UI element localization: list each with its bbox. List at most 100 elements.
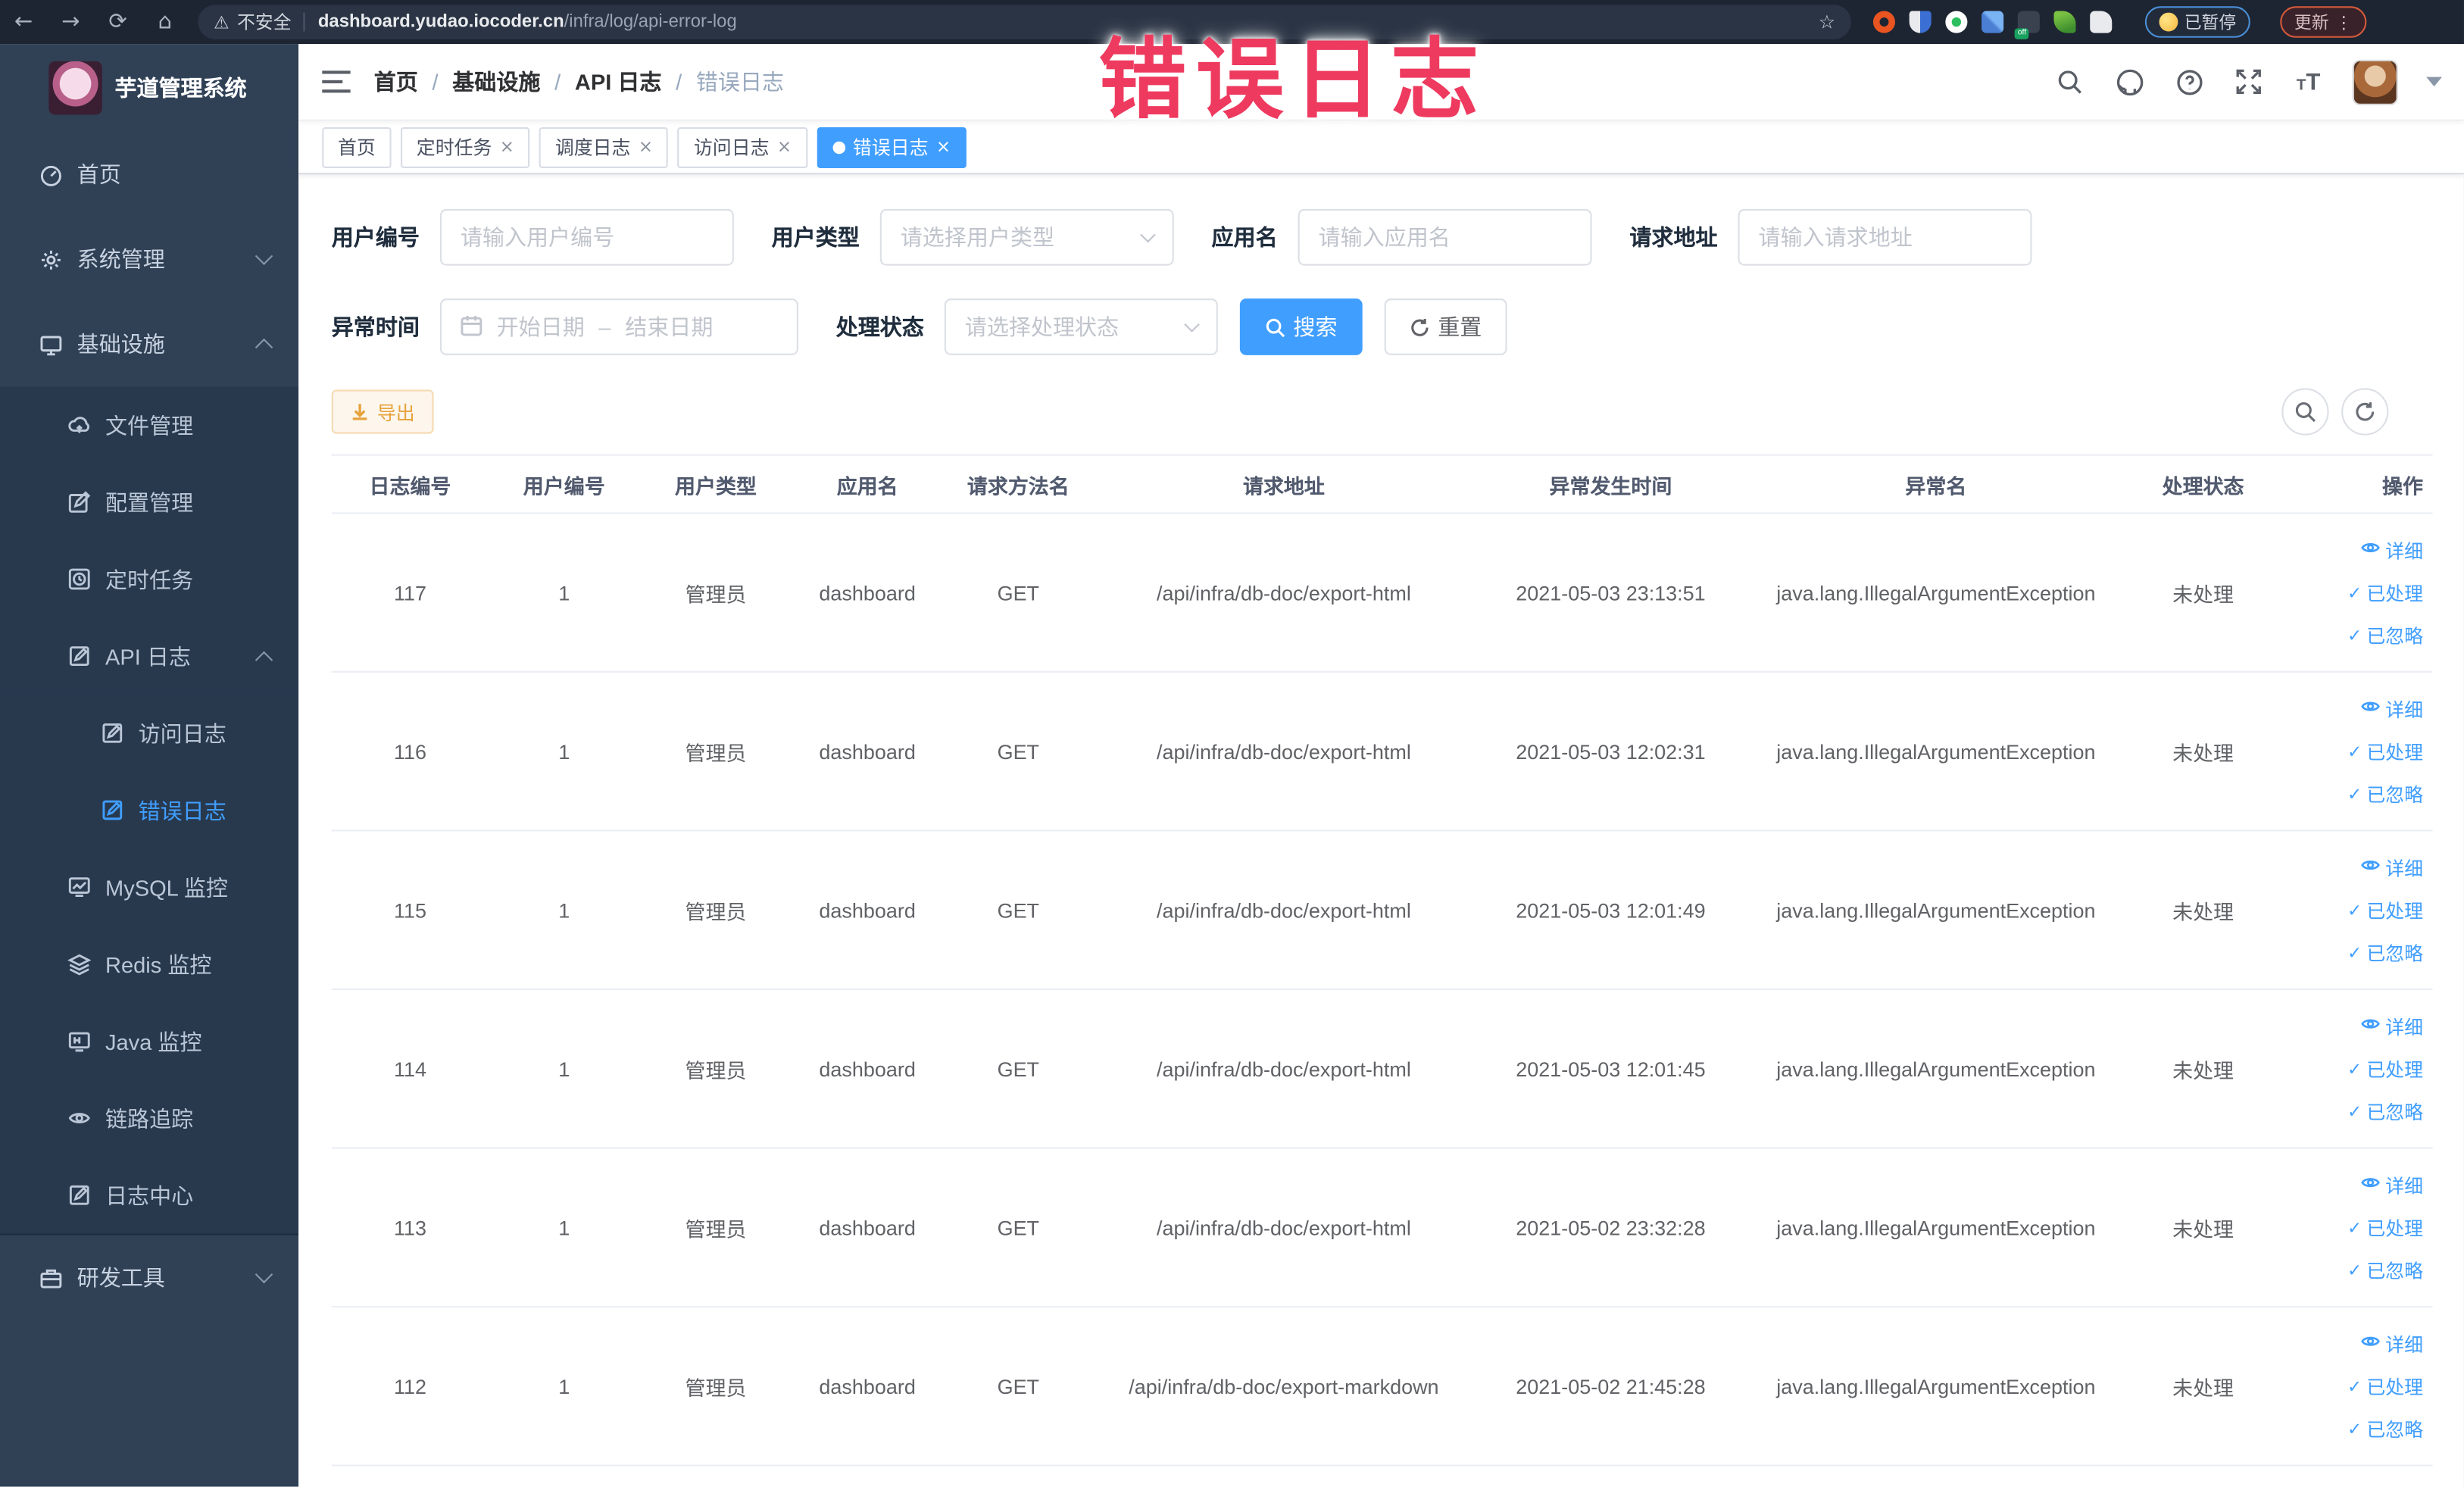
action-detail-link[interactable]: 详细: [2360, 1172, 2423, 1198]
extension-switch-icon[interactable]: off: [2014, 11, 2040, 39]
action-ignored-link[interactable]: ✓ 已忽略: [2347, 1098, 2423, 1124]
sidebar-item-文件管理[interactable]: 文件管理: [0, 386, 299, 464]
tab-定时任务[interactable]: 定时任务 ×: [401, 127, 530, 167]
extension-shield-icon[interactable]: [1909, 11, 1932, 33]
extension-leaf-icon[interactable]: [2053, 11, 2076, 33]
action-label: 已处理: [2366, 741, 2424, 764]
profile-emoji-icon: [2159, 12, 2178, 32]
extensions-puzzle-icon[interactable]: [2090, 11, 2113, 33]
browser-menu-dots-icon[interactable]: ⋮: [2335, 12, 2353, 33]
action-detail-link[interactable]: 详细: [2360, 1013, 2423, 1039]
sidebar-item-错误日志[interactable]: 错误日志: [0, 771, 299, 849]
cloud-icon: [66, 413, 91, 438]
close-icon[interactable]: ×: [936, 136, 951, 157]
action-detail-link[interactable]: 详细: [2360, 854, 2423, 881]
bookmark-star-icon[interactable]: ☆: [1819, 11, 1835, 33]
page-root: ← → ⟳ ⌂ ⚠ 不安全 dashboard.yudao.iocoder.cn…: [0, 0, 2464, 1487]
help-icon[interactable]: [2173, 66, 2204, 97]
cell-actions: 详细 ✓ 已处理 ✓ 已忽略: [2281, 854, 2432, 966]
fullscreen-icon[interactable]: [2233, 66, 2264, 97]
sidebar-logo[interactable]: 芋道管理系统: [0, 44, 298, 132]
sidebar-item-首页[interactable]: 首页: [0, 132, 298, 217]
action-processed-link[interactable]: ✓ 已处理: [2347, 1214, 2423, 1241]
action-processed-link[interactable]: ✓ 已处理: [2347, 1373, 2423, 1399]
reset-button[interactable]: 重置: [1384, 298, 1507, 355]
process-status-select[interactable]: 请选择处理状态: [944, 298, 1218, 355]
tab-错误日志[interactable]: 错误日志 ×: [817, 127, 967, 167]
action-label: 已忽略: [2366, 1101, 2424, 1123]
sidebar-item-系统管理[interactable]: 系统管理: [0, 217, 298, 301]
sidebar-item-日志中心[interactable]: 日志中心: [0, 1156, 299, 1234]
action-ignored-link[interactable]: ✓ 已忽略: [2347, 1257, 2423, 1283]
app-name-input[interactable]: 请输入应用名: [1298, 208, 1592, 266]
sidebar-item-java-监控[interactable]: Java 监控: [0, 1002, 299, 1080]
extension-ubuntu-icon[interactable]: [1872, 11, 1895, 33]
action-processed-link[interactable]: ✓ 已处理: [2347, 1055, 2423, 1082]
sidebar-item-研发工具[interactable]: 研发工具: [0, 1236, 298, 1320]
cell-method: GET: [997, 1215, 1040, 1239]
sidebar-item-基础设施[interactable]: 基础设施: [0, 301, 298, 386]
tab-调度日志[interactable]: 调度日志 ×: [539, 127, 669, 167]
breadcrumb-item-0[interactable]: 首页: [374, 66, 418, 97]
user-type-select[interactable]: 请选择用户类型: [879, 208, 1174, 266]
action-ignored-link[interactable]: ✓ 已忽略: [2347, 939, 2423, 966]
browser-forward-icon[interactable]: →: [47, 9, 94, 34]
close-icon[interactable]: ×: [777, 136, 792, 157]
action-detail-link[interactable]: 详细: [2360, 695, 2423, 722]
sidebar-item-定时任务[interactable]: 定时任务: [0, 540, 299, 618]
breadcrumb-item-1[interactable]: 基础设施: [452, 66, 540, 97]
sidebar-item-redis-监控[interactable]: Redis 监控: [0, 925, 299, 1003]
app-title: 芋道管理系统: [114, 75, 247, 101]
browser-home-icon[interactable]: ⌂: [142, 9, 189, 34]
url-host: dashboard.yudao.iocoder.cn: [317, 12, 564, 32]
sidebar: 芋道管理系统 首页 系统管理 基础设施 文件管理 配置管理 定时任务 API 日志 访问日志错…: [0, 44, 299, 1487]
refresh-icon[interactable]: [2341, 388, 2389, 436]
sidebar-item-配置管理[interactable]: 配置管理: [0, 464, 299, 541]
close-icon[interactable]: ×: [639, 136, 653, 157]
date-range-input[interactable]: 开始日期 – 结束日期: [439, 298, 798, 355]
cell-user_id: 1: [558, 898, 570, 922]
sidebar-item-mysql-监控[interactable]: MySQL 监控: [0, 848, 299, 926]
avatar[interactable]: [2352, 58, 2398, 105]
show-search-icon[interactable]: [2281, 388, 2329, 436]
breadcrumb-separator: /: [554, 69, 561, 95]
column-header-7: 异常名: [1905, 473, 1967, 498]
tab-首页[interactable]: 首页: [322, 127, 392, 167]
profile-paused-pill[interactable]: 已暂停: [2144, 6, 2250, 38]
cell-exception: java.lang.IllegalArgumentException: [1776, 1057, 2096, 1081]
action-detail-link[interactable]: 详细: [2360, 1330, 2423, 1357]
browser-reload-icon[interactable]: ⟳: [94, 9, 141, 34]
action-ignored-link[interactable]: ✓ 已忽略: [2347, 1415, 2423, 1442]
request-url-input[interactable]: 请输入请求地址: [1738, 208, 2032, 266]
tab-访问日志[interactable]: 访问日志 ×: [678, 127, 807, 167]
sidebar-item-api-日志[interactable]: API 日志: [0, 617, 299, 695]
close-icon[interactable]: ×: [500, 136, 514, 157]
action-ignored-link[interactable]: ✓ 已忽略: [2347, 780, 2423, 807]
action-processed-link[interactable]: ✓ 已处理: [2347, 579, 2423, 605]
browser-back-icon[interactable]: ←: [0, 9, 47, 34]
extension-grid-icon[interactable]: [1982, 11, 2004, 33]
cell-actions: 详细 ✓ 已处理 ✓ 已忽略: [2281, 1013, 2432, 1124]
sidebar-item-链路追踪[interactable]: 链路追踪: [0, 1079, 299, 1157]
cell-id: 116: [393, 739, 426, 764]
action-processed-link[interactable]: ✓ 已处理: [2347, 897, 2423, 923]
sidebar-item-label: 错误日志: [138, 797, 226, 823]
action-processed-link[interactable]: ✓ 已处理: [2347, 738, 2423, 764]
export-button[interactable]: 导出: [331, 389, 434, 434]
address-bar[interactable]: ⚠ 不安全 dashboard.yudao.iocoder.cn/infra/l…: [198, 5, 1851, 39]
logo-image: [48, 61, 102, 115]
action-detail-link[interactable]: 详细: [2360, 536, 2423, 563]
hamburger-icon[interactable]: [322, 70, 351, 93]
action-ignored-link[interactable]: ✓ 已忽略: [2347, 622, 2423, 648]
security-warning-icon[interactable]: ⚠: [214, 12, 229, 33]
font-size-icon[interactable]: TT: [2293, 66, 2324, 97]
search-button[interactable]: 搜索: [1239, 298, 1363, 355]
avatar-caret-icon[interactable]: [2426, 77, 2442, 87]
search-icon[interactable]: [2054, 66, 2085, 97]
browser-update-pill[interactable]: 更新 ⋮: [2280, 6, 2367, 38]
extension-green-circle-icon[interactable]: [1945, 11, 1968, 33]
sidebar-item-访问日志[interactable]: 访问日志: [0, 694, 299, 772]
breadcrumb-item-2[interactable]: API 日志: [575, 66, 662, 97]
user-id-input[interactable]: 请输入用户编号: [439, 208, 734, 266]
github-icon[interactable]: [2113, 66, 2144, 97]
